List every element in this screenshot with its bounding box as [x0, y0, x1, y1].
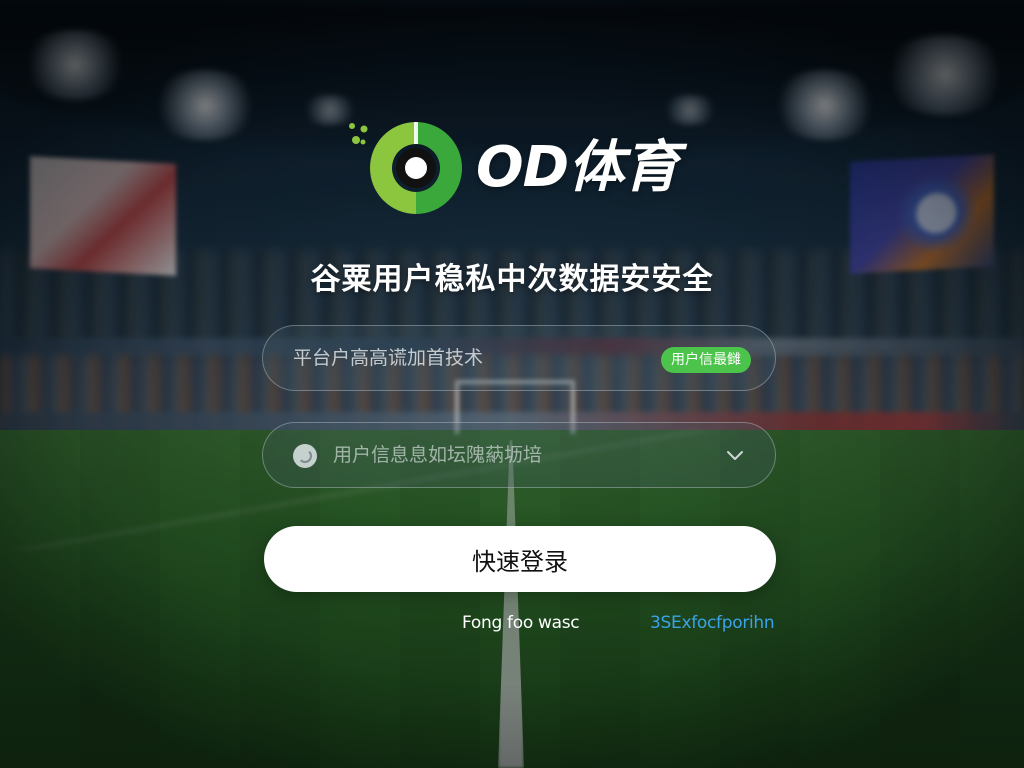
brand-name: OD体育	[476, 135, 679, 200]
user-circle-icon	[293, 444, 317, 468]
footer-link-left[interactable]: Fong foo wasc	[462, 610, 580, 636]
platform-input-field[interactable]: 平台户高高谎加首技术 用户信最雠	[262, 325, 776, 391]
user-info-select-value: 用户信息息如坛隗蒳坜培	[333, 444, 543, 466]
page-tagline: 谷粟用户稳私中次数据安安全	[310, 262, 714, 297]
quick-login-button[interactable]: 快速登录	[264, 526, 776, 592]
user-info-select[interactable]: 用户信息息如坛隗蒳坜培	[262, 422, 776, 488]
user-info-badge[interactable]: 用户信最雠	[661, 347, 751, 373]
platform-input-value: 平台户高高谎加首技术	[293, 347, 484, 369]
od-sports-logo-icon	[349, 122, 462, 214]
chevron-down-icon[interactable]	[725, 445, 745, 465]
footer-link-right[interactable]: 3SExfocfporihn	[650, 610, 775, 636]
brand-logo: OD体育	[342, 118, 722, 218]
